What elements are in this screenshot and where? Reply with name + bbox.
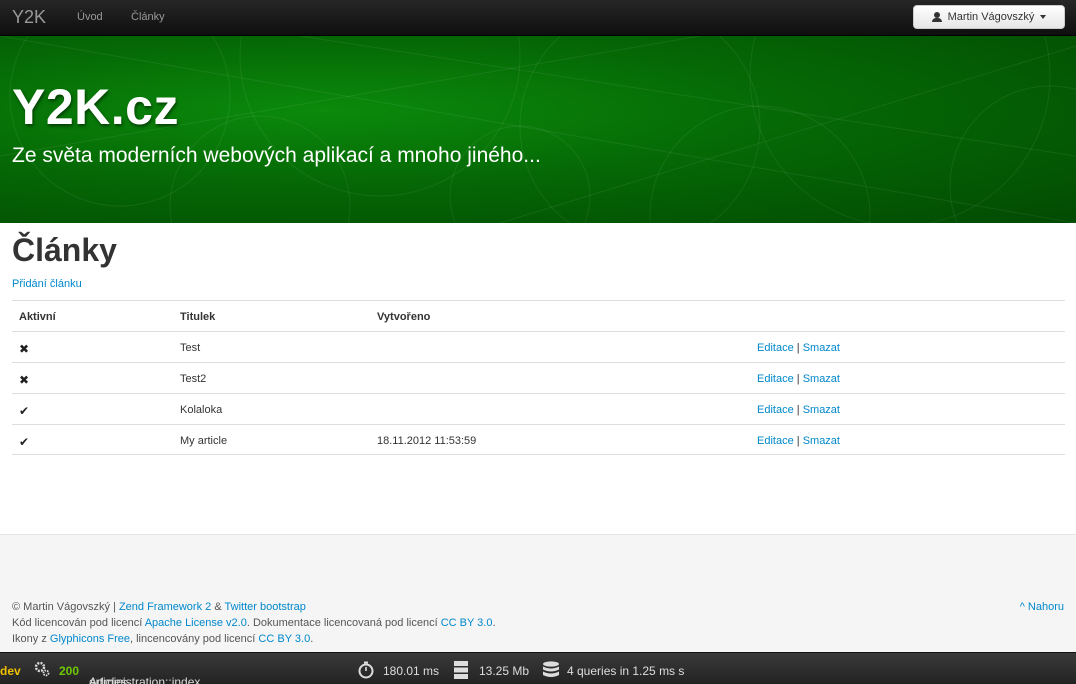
footer-icons-line: Ikony z Glyphicons Free, lincencovány po…	[12, 633, 313, 645]
http-status-code[interactable]: 200	[59, 664, 79, 678]
footer-docs-license-text: . Dokumentace licencovaná pod licencí	[246, 617, 441, 629]
articles-table: Aktivní Titulek Vytvořeno ✖ Test Editace…	[12, 300, 1065, 455]
action-separator: |	[796, 404, 800, 416]
apache-license-link[interactable]: Apache License v2.0	[145, 617, 247, 629]
add-article-link[interactable]: Přidání článku	[12, 278, 82, 290]
edit-link[interactable]: Editace	[757, 373, 794, 385]
footer-icons-text: Ikony z	[12, 633, 50, 645]
delete-link[interactable]: Smazat	[803, 342, 840, 354]
route-match: articles-administration	[89, 675, 132, 684]
gear-icon	[34, 661, 50, 677]
inactive-icon: ✖	[19, 373, 30, 387]
footer-period: .	[492, 617, 496, 629]
footer-credits-line: © Martin Vágovszký | Zend Framework 2 & …	[12, 601, 306, 613]
developer-toolbar: dev 200 Administration::index on article…	[0, 652, 1076, 684]
database-icon	[543, 661, 559, 677]
page-title: Články	[12, 232, 117, 268]
footer-license-text: Kód licencován pod licencí	[12, 617, 145, 629]
footer-license-line: Kód licencován pod licencí Apache Licens…	[12, 617, 496, 629]
column-header-title: Titulek	[180, 311, 216, 323]
column-header-created: Vytvořeno	[377, 311, 431, 323]
zend-framework-link[interactable]: Zend Framework 2	[119, 601, 211, 613]
environment-badge[interactable]: dev	[0, 664, 21, 678]
delete-link[interactable]: Smazat	[803, 404, 840, 416]
inactive-icon: ✖	[19, 342, 30, 356]
column-header-active: Aktivní	[19, 311, 56, 323]
caret-down-icon	[1040, 15, 1047, 19]
action-separator: |	[796, 435, 800, 447]
page-footer: © Martin Vágovszký | Zend Framework 2 & …	[0, 534, 1076, 652]
database-queries[interactable]: 4 queries in 1.25 ms s	[567, 664, 684, 678]
table-row: ✔ My article 18.11.2012 11:53:59 Editace…	[12, 424, 1065, 455]
footer-ampersand: &	[211, 601, 225, 613]
nav-link-uvod[interactable]: Úvod	[77, 11, 103, 23]
footer-copyright-text: © Martin Vágovszký |	[12, 601, 119, 613]
edit-link[interactable]: Editace	[757, 404, 794, 416]
top-navbar: Y2K Úvod Články Martin Vágovszký	[0, 0, 1076, 36]
delete-link[interactable]: Smazat	[803, 435, 840, 447]
stopwatch-icon	[358, 661, 374, 679]
twitter-bootstrap-link[interactable]: Twitter bootstrap	[225, 601, 306, 613]
hero-title: Y2K.cz	[12, 79, 179, 135]
glyphicons-link[interactable]: Glyphicons Free	[50, 633, 130, 645]
request-time[interactable]: 180.01 ms	[383, 664, 439, 678]
edit-link[interactable]: Editace	[757, 435, 794, 447]
hero-subtitle: Ze světa moderních webových aplikací a m…	[12, 144, 541, 167]
back-to-top-link[interactable]: ^ Nahoru	[1020, 601, 1064, 613]
row-actions: Editace | Smazat	[757, 404, 840, 416]
hero-banner: Y2K.cz Ze světa moderních webových aplik…	[0, 36, 1076, 223]
row-actions: Editace | Smazat	[757, 435, 840, 447]
nav-link-clanky[interactable]: Články	[131, 11, 165, 23]
active-check-icon: ✔	[19, 404, 30, 418]
table-row: ✖ Test Editace | Smazat	[12, 331, 1065, 362]
user-name: Martin Vágovszký	[947, 11, 1035, 23]
memory-icon	[454, 661, 468, 679]
article-created: 18.11.2012 11:53:59	[377, 435, 477, 447]
footer-icons-license-text: , lincencovány pod licencí	[130, 633, 259, 645]
brand-link[interactable]: Y2K	[12, 7, 46, 28]
edit-link[interactable]: Editace	[757, 342, 794, 354]
article-title: Kolaloka	[180, 404, 223, 416]
memory-usage[interactable]: 13.25 Mb	[479, 664, 529, 678]
user-icon	[931, 12, 942, 22]
action-separator: |	[796, 373, 800, 385]
article-title: Test2	[180, 373, 207, 385]
cc-by-link[interactable]: CC BY 3.0	[441, 617, 493, 629]
footer-period: .	[310, 633, 314, 645]
table-header-row: Aktivní Titulek Vytvořeno	[12, 300, 1065, 331]
article-title: My article	[180, 435, 228, 447]
table-row: ✔ Kolaloka Editace | Smazat	[12, 393, 1065, 424]
delete-link[interactable]: Smazat	[803, 373, 840, 385]
article-title: Test	[180, 342, 201, 354]
table-row: ✖ Test2 Editace | Smazat	[12, 362, 1065, 393]
action-separator: |	[796, 342, 800, 354]
row-actions: Editace | Smazat	[757, 342, 840, 354]
cc-by-icons-link[interactable]: CC BY 3.0	[258, 633, 310, 645]
active-check-icon: ✔	[19, 435, 30, 449]
row-actions: Editace | Smazat	[757, 373, 840, 385]
user-menu-button[interactable]: Martin Vágovszký	[913, 5, 1065, 29]
